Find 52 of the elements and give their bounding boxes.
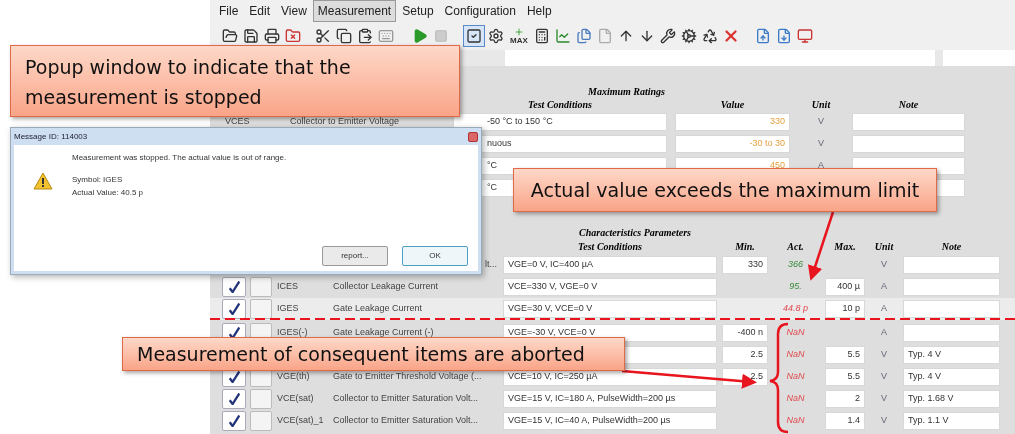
column-header: Unit <box>873 240 895 254</box>
parameter-name: Collector to Emitter Saturation Volt... <box>333 414 479 428</box>
unit-text: A <box>880 326 888 340</box>
symbol-text: IGES(-) <box>277 326 309 340</box>
actual-value-line: Actual Value: 40.5 p <box>72 187 144 199</box>
callout-tooltip: Measurement of consequent items are aborted <box>122 337 625 371</box>
section-title: Characteristics Parameters <box>578 226 692 240</box>
parameter-name: Collector to Emitter Voltage <box>290 115 401 129</box>
column-header: Min. <box>734 240 756 254</box>
unit-text: A <box>880 302 888 316</box>
parameter-name: Collector to Emitter Saturation Volt... <box>333 392 479 406</box>
parameter-name: Gate Leakage Current (-) <box>333 326 434 340</box>
symbol-text: ICES <box>277 280 299 294</box>
column-header: Value <box>719 98 746 111</box>
parameter-name: Gate Leakage Current <box>333 302 423 316</box>
unit-text: V <box>817 137 825 151</box>
section-title: Maximum Ratings <box>587 86 666 98</box>
unit-text: V <box>880 348 888 362</box>
unit-text: V <box>880 392 888 406</box>
column-header: Test Conditions <box>577 240 643 254</box>
actual-value: 44.8 p <box>783 302 808 316</box>
actual-value: NaN <box>786 414 805 428</box>
actual-value: 95. <box>789 280 802 294</box>
unit-text: V <box>880 414 888 428</box>
dialog-title: Message ID: 114003 <box>14 130 88 143</box>
column-header: Max. <box>833 240 857 254</box>
symbol-text: VCE(sat)_1 <box>277 414 325 428</box>
unit-text: V <box>880 370 888 384</box>
callout-tooltip: Actual value exceeds the maximum limit <box>513 168 937 212</box>
unit-text: V <box>880 258 888 272</box>
column-header: Note <box>897 98 920 111</box>
unit-text: A <box>880 280 888 294</box>
symbol-text: VGE(th) <box>277 370 311 384</box>
parameter-name: Gate to Emitter Threshold Voltage (... <box>333 370 482 384</box>
column-header: Unit <box>810 98 832 111</box>
actual-value: NaN <box>786 392 805 406</box>
callout-tooltip: Popup window to indicate that the measurement is stopped <box>10 45 460 117</box>
unit-text: V <box>817 115 825 129</box>
parameter-name: Collector Leakage Current <box>333 280 439 294</box>
actual-value: 366 <box>788 258 803 272</box>
symbol-text: VCE(sat) <box>277 392 315 406</box>
actual-value: NaN <box>786 348 805 362</box>
parameter-name: lt... <box>485 258 497 272</box>
column-header: Note <box>940 240 963 254</box>
column-header: Test Conditions <box>527 98 593 111</box>
symbol-line: Symbol: IGES <box>72 174 124 186</box>
dialog-message: Measurement was stopped. The actual value is out of range. <box>72 152 287 164</box>
actual-value: NaN <box>786 370 805 384</box>
symbol-text: VCES <box>225 115 251 129</box>
symbol-text: IGES <box>277 302 300 316</box>
actual-value: NaN <box>786 326 805 340</box>
column-header: Act. <box>786 240 805 254</box>
